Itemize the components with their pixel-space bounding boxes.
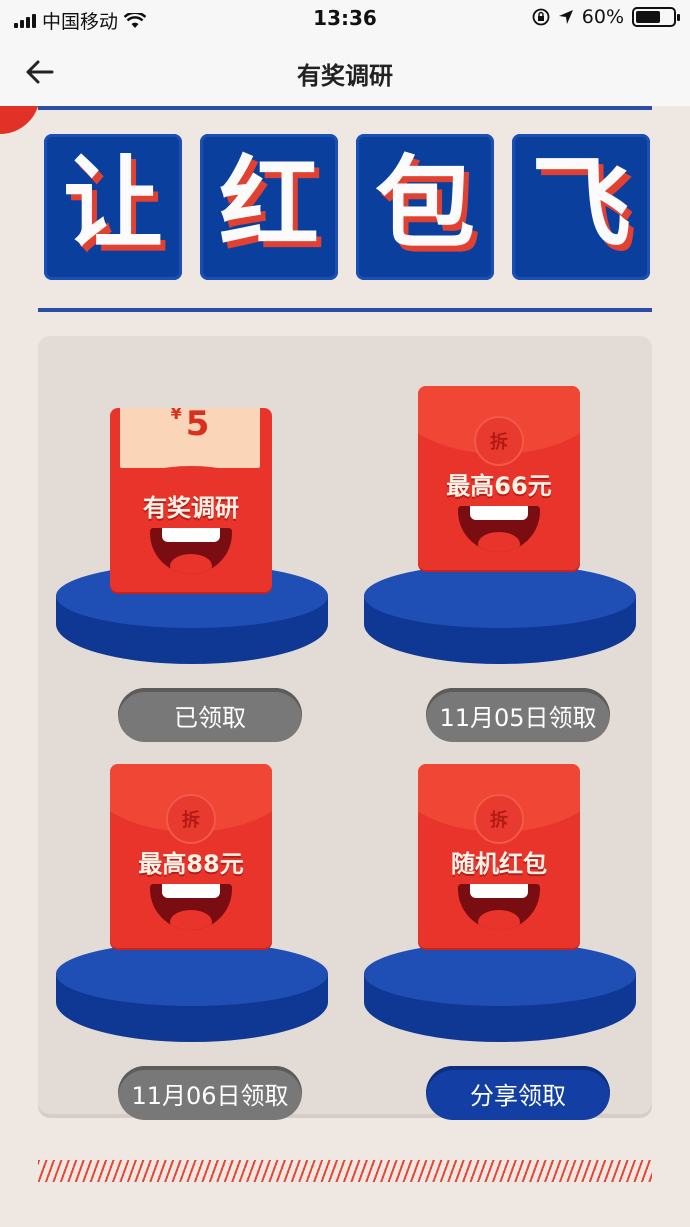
banner-char: 包	[375, 145, 475, 262]
envelope-smile	[458, 506, 540, 552]
envelope-label: 最高66元	[446, 472, 552, 500]
reward-slot: 拆 随机红包 分享领取	[364, 754, 636, 1120]
red-envelope[interactable]: 拆 最高88元	[110, 764, 272, 948]
currency-symbol: ¥	[170, 408, 182, 423]
banner-char: 让	[63, 145, 163, 262]
banner-char: 飞	[531, 145, 631, 262]
envelope-smile	[458, 884, 540, 930]
claimed-button[interactable]: 已领取	[118, 688, 302, 742]
envelope-label: 最高88元	[138, 850, 244, 878]
envelope-label: 有奖调研	[143, 494, 239, 522]
banner-char: 红	[219, 145, 319, 262]
reward-paper: ¥5	[120, 408, 260, 468]
reward-slot: 拆 最高88元 11月06日领取	[56, 754, 328, 1120]
reward-amount: 5	[185, 408, 210, 444]
claim-date-button[interactable]: 11月06日领取	[118, 1066, 302, 1120]
banner-divider	[38, 308, 652, 312]
red-envelope[interactable]: 拆 随机红包	[418, 764, 580, 948]
pedestal	[56, 944, 328, 1042]
red-envelope[interactable]: ¥5 有奖调研	[110, 408, 272, 592]
open-seal: 拆	[474, 794, 524, 844]
battery-percent: 60%	[581, 6, 624, 28]
pedestal	[364, 944, 636, 1042]
open-seal: 拆	[166, 794, 216, 844]
nav-bar: 有奖调研	[0, 36, 690, 106]
location-icon	[558, 10, 573, 24]
envelope-label: 随机红包	[451, 850, 547, 878]
red-envelope[interactable]: 拆 最高66元	[418, 386, 580, 570]
share-claim-button[interactable]: 分享领取	[426, 1066, 610, 1120]
status-bar: 中国移动 13:36 60%	[0, 0, 690, 36]
corner-decoration	[0, 106, 40, 134]
banner-tiles: 让 红 包 飞	[44, 134, 650, 282]
top-divider	[38, 106, 652, 110]
envelope-smile	[150, 884, 232, 930]
pedestal	[364, 566, 636, 664]
page-title: 有奖调研	[297, 62, 393, 90]
open-seal: 拆	[474, 416, 524, 466]
rewards-card: ¥5 有奖调研 已领取 拆 最高66元 11月05日领取 拆 最高88元 11月…	[38, 336, 652, 1120]
main-content: 让 红 包 飞 ¥5 有奖调研 已领取 拆 最高66元 11月05日领取 拆 最…	[0, 106, 690, 1227]
stripe-divider	[38, 1160, 652, 1182]
reward-slot: ¥5 有奖调研 已领取	[56, 376, 328, 742]
banner-tile: 红	[200, 134, 338, 280]
orientation-lock-icon	[532, 8, 550, 26]
reward-slot: 拆 最高66元 11月05日领取	[364, 376, 636, 742]
banner-tile: 让	[44, 134, 182, 280]
banner-tile: 包	[356, 134, 494, 280]
battery-icon	[632, 7, 680, 27]
status-right: 60%	[532, 6, 680, 28]
claim-date-button[interactable]: 11月05日领取	[426, 688, 610, 742]
banner-tile: 飞	[512, 134, 650, 280]
